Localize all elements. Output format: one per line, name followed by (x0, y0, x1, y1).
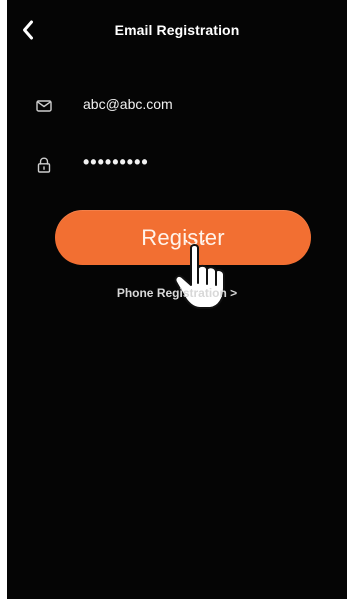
email-field-row[interactable] (7, 86, 347, 126)
top-bar: Email Registration (7, 0, 347, 62)
email-field[interactable] (83, 96, 303, 112)
phone-registration-link[interactable]: Phone Registration > (7, 286, 347, 300)
password-field-row[interactable]: ••••••••• (7, 145, 347, 185)
registration-screen: Email Registration ••••••••• Register Ph… (7, 0, 347, 599)
password-field[interactable]: ••••••••• (83, 152, 303, 173)
page-title: Email Registration (114, 22, 240, 38)
mail-icon (36, 100, 52, 112)
lock-icon (37, 157, 51, 173)
register-button[interactable]: Register (55, 210, 311, 265)
